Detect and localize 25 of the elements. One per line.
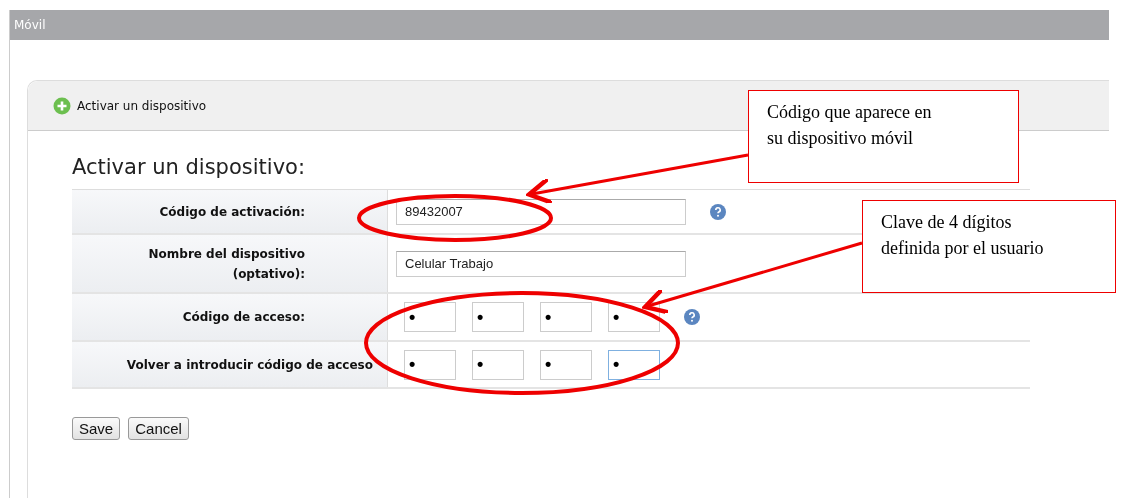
help-icon[interactable] [684,309,700,325]
callout-text: Clave de 4 dígitos [881,211,1013,234]
pin-field[interactable]: • [404,349,456,380]
pin-field[interactable]: • [472,349,524,380]
save-button[interactable]: Save [72,417,121,440]
window-title: Móvil [10,10,1109,40]
text-field[interactable]: 89432007 [396,198,686,225]
field-label: Código de acceso: [72,294,388,340]
add-icon [53,96,71,115]
pin-field[interactable]: • [540,349,592,380]
cancel-button[interactable]: Cancel [128,417,189,440]
form-heading: Activar un dispositivo: [72,155,306,179]
pin-field[interactable]: • [608,349,660,380]
callout-text: definida por el usuario [881,237,1045,260]
field-label: Nombre del dispositivo (optativo): [72,235,388,292]
field-label: Volver a introducir código de acceso [72,342,388,387]
pin-field[interactable]: • [540,302,592,332]
field-label: Código de activación: [72,190,388,233]
text-field[interactable]: Celular Trabajo [396,250,686,277]
help-icon[interactable] [710,203,726,220]
panel-tab-label[interactable]: Activar un dispositivo [77,98,207,113]
callout-text: Código que aparece en [767,101,933,124]
pin-field[interactable]: • [472,302,524,332]
callout-text: su dispositivo móvil [767,127,915,150]
pin-field[interactable]: • [404,302,456,332]
